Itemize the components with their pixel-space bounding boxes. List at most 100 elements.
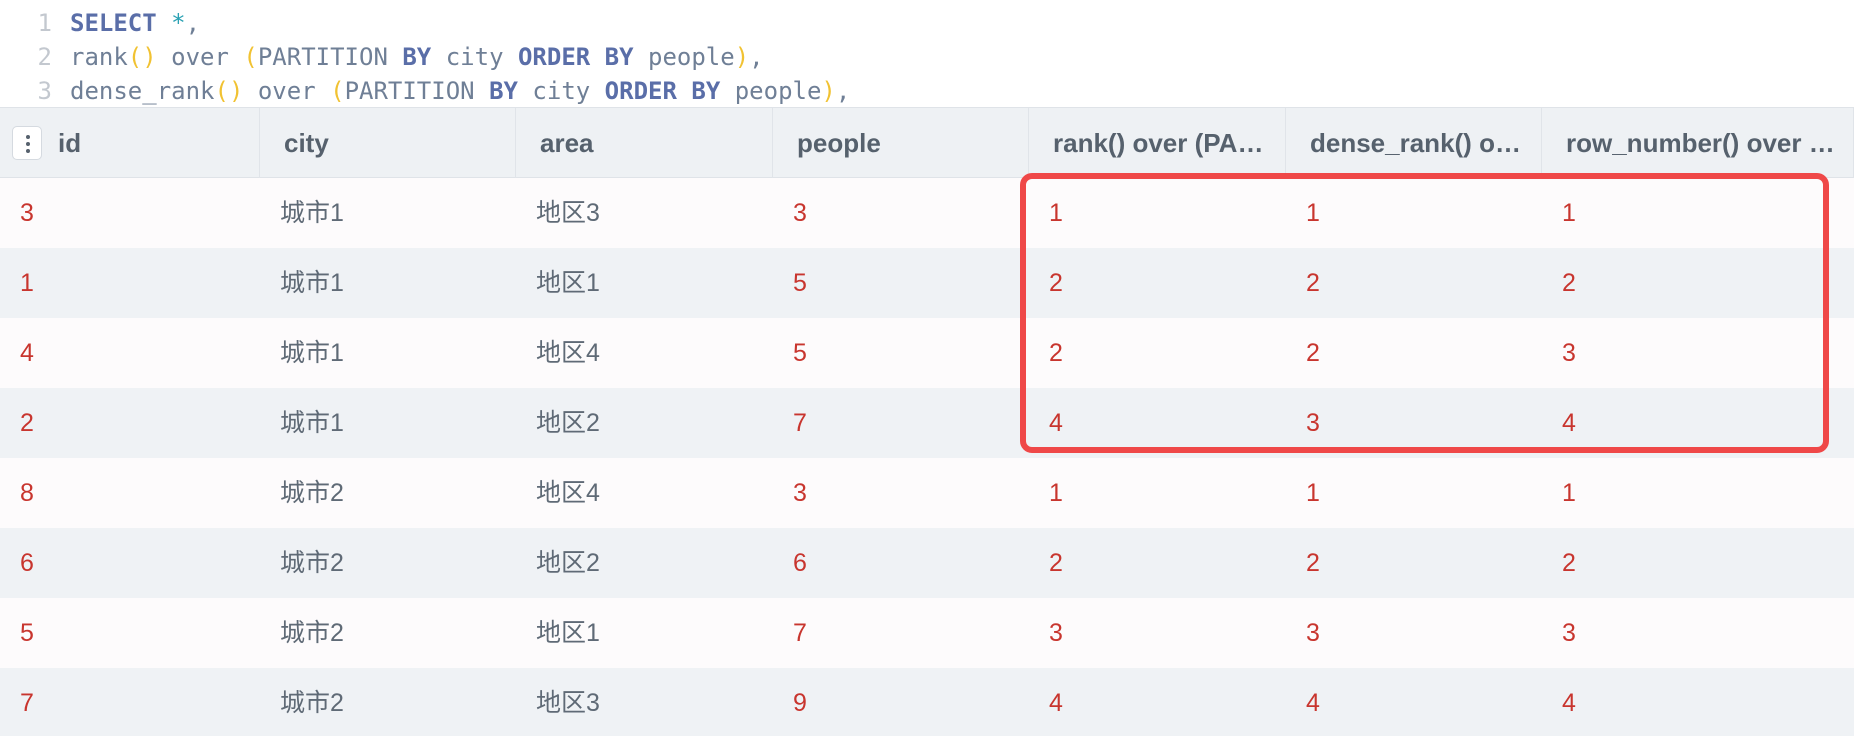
code-token: , bbox=[749, 43, 764, 71]
cell-city: 城市1 bbox=[280, 409, 344, 437]
column-header-area[interactable]: area bbox=[516, 108, 773, 178]
cell-dense_rank: 3 bbox=[1306, 409, 1320, 437]
cell-dense_rank: 1 bbox=[1306, 199, 1320, 227]
cell-rank: 1 bbox=[1049, 479, 1063, 507]
code-token: people bbox=[720, 77, 822, 105]
cell-dense_rank: 2 bbox=[1306, 339, 1320, 367]
cell-id: 5 bbox=[20, 619, 34, 647]
column-header-id[interactable]: id bbox=[0, 108, 260, 178]
cell-rank: 1 bbox=[1049, 199, 1063, 227]
cell-id: 3 bbox=[20, 199, 34, 227]
cell-area: 地区3 bbox=[536, 199, 600, 227]
code-token: BY bbox=[489, 77, 518, 105]
code-token: , bbox=[835, 77, 851, 105]
table-row[interactable]: 1 城市1 地区1 5 2 2 2 bbox=[0, 248, 1854, 318]
cell-city: 城市1 bbox=[280, 339, 344, 367]
cell-row_number: 2 bbox=[1562, 269, 1576, 297]
cell-city: 城市1 bbox=[280, 199, 344, 227]
cell-people: 7 bbox=[793, 409, 807, 437]
code-token: BY bbox=[402, 43, 432, 71]
cell-area: 地区3 bbox=[536, 689, 600, 717]
table-row[interactable]: 5 城市2 地区1 7 3 3 3 bbox=[0, 598, 1854, 668]
cell-rank: 2 bbox=[1049, 339, 1063, 367]
cell-row_number: 3 bbox=[1562, 339, 1576, 367]
cell-dense_rank: 2 bbox=[1306, 269, 1320, 297]
table-row[interactable]: 8 城市2 地区4 3 1 1 1 bbox=[0, 458, 1854, 528]
code-token: SELECT bbox=[70, 9, 157, 37]
cell-row_number: 2 bbox=[1562, 549, 1576, 577]
cell-people: 3 bbox=[793, 479, 807, 507]
cell-city: 城市2 bbox=[280, 619, 344, 647]
cell-rank: 4 bbox=[1049, 409, 1063, 437]
code-token: ( bbox=[330, 77, 345, 105]
cell-people: 5 bbox=[793, 339, 807, 367]
grid-header-row: id city area people rank() over (PA… dense_ra… bbox=[0, 107, 1854, 178]
cell-dense_rank: 1 bbox=[1306, 479, 1320, 507]
cell-id: 1 bbox=[20, 269, 34, 297]
cell-rank: 2 bbox=[1049, 549, 1063, 577]
cell-id: 7 bbox=[20, 689, 34, 717]
table-row[interactable]: 4 城市1 地区4 5 2 2 3 bbox=[0, 318, 1854, 388]
cell-area: 地区1 bbox=[536, 619, 600, 647]
column-header-rank[interactable]: rank() over (PA… bbox=[1029, 108, 1286, 178]
code-token: ) bbox=[734, 43, 750, 71]
cell-id: 2 bbox=[20, 409, 34, 437]
code-line[interactable]: 3 dense_rank() over (PARTITION BY city OR… bbox=[0, 72, 1854, 107]
cell-people: 5 bbox=[793, 269, 807, 297]
code-text: dense_rank() over (PARTITION BY city ORD… bbox=[70, 72, 850, 107]
cell-row_number: 3 bbox=[1562, 619, 1576, 647]
cell-city: 城市1 bbox=[280, 269, 344, 297]
code-token: ORDER BY bbox=[604, 77, 721, 105]
cell-city: 城市2 bbox=[280, 479, 344, 507]
column-header-row_number[interactable]: row_number() over … bbox=[1542, 108, 1854, 178]
cell-people: 3 bbox=[793, 199, 807, 227]
table-row[interactable]: 6 城市2 地区2 6 2 2 2 bbox=[0, 528, 1854, 598]
cell-people: 9 bbox=[793, 689, 807, 717]
code-token: over bbox=[243, 77, 331, 105]
column-header-dense_rank[interactable]: dense_rank() o… bbox=[1286, 108, 1542, 178]
column-header-people[interactable]: people bbox=[773, 108, 1029, 178]
code-token: () bbox=[127, 43, 157, 71]
code-token: dense_rank bbox=[70, 77, 215, 105]
code-line[interactable]: 1 SELECT *, bbox=[0, 4, 1854, 42]
cell-area: 地区4 bbox=[536, 479, 600, 507]
cell-id: 6 bbox=[20, 549, 34, 577]
code-token: , bbox=[185, 9, 201, 37]
cell-row_number: 4 bbox=[1562, 689, 1576, 717]
cell-dense_rank: 2 bbox=[1306, 549, 1320, 577]
cell-people: 7 bbox=[793, 619, 807, 647]
cell-rank: 2 bbox=[1049, 269, 1063, 297]
code-token: city bbox=[431, 43, 518, 71]
code-token: city bbox=[517, 77, 605, 105]
code-token: () bbox=[214, 77, 244, 105]
cell-row_number: 4 bbox=[1562, 409, 1576, 437]
cell-area: 地区1 bbox=[536, 269, 600, 297]
cell-id: 4 bbox=[20, 339, 34, 367]
code-token: ( bbox=[243, 43, 258, 71]
cell-rank: 4 bbox=[1049, 689, 1063, 717]
code-token: ) bbox=[821, 77, 836, 105]
sql-editor[interactable]: 1 SELECT *, 2 rank() over (PARTITION BY cit… bbox=[0, 0, 1854, 107]
code-token: PARTITION bbox=[344, 77, 490, 105]
code-token: over bbox=[156, 43, 244, 71]
cell-area: 地区2 bbox=[536, 409, 600, 437]
cell-dense_rank: 3 bbox=[1306, 619, 1320, 647]
line-number: 1 bbox=[37, 9, 52, 37]
code-token: people bbox=[633, 43, 735, 71]
column-header-city[interactable]: city bbox=[260, 108, 516, 178]
cell-dense_rank: 4 bbox=[1306, 689, 1320, 717]
cell-people: 6 bbox=[793, 549, 807, 577]
table-row[interactable]: 3 城市1 地区3 3 1 1 1 bbox=[0, 178, 1854, 248]
line-number: 2 bbox=[37, 43, 52, 71]
result-grid: id city area people rank() over (PA… dense_ra… bbox=[0, 107, 1854, 736]
code-token: * bbox=[171, 9, 186, 37]
cell-area: 地区4 bbox=[536, 339, 600, 367]
code-token: rank bbox=[70, 43, 128, 71]
cell-area: 地区2 bbox=[536, 549, 600, 577]
line-number: 3 bbox=[37, 77, 52, 105]
table-row[interactable]: 2 城市1 地区2 7 4 3 4 bbox=[0, 388, 1854, 458]
code-line[interactable]: 2 rank() over (PARTITION BY city ORDER BY… bbox=[0, 38, 1854, 76]
table-row[interactable]: 7 城市2 地区3 9 4 4 4 bbox=[0, 668, 1854, 736]
code-token: PARTITION bbox=[257, 43, 403, 71]
cell-id: 8 bbox=[20, 479, 34, 507]
